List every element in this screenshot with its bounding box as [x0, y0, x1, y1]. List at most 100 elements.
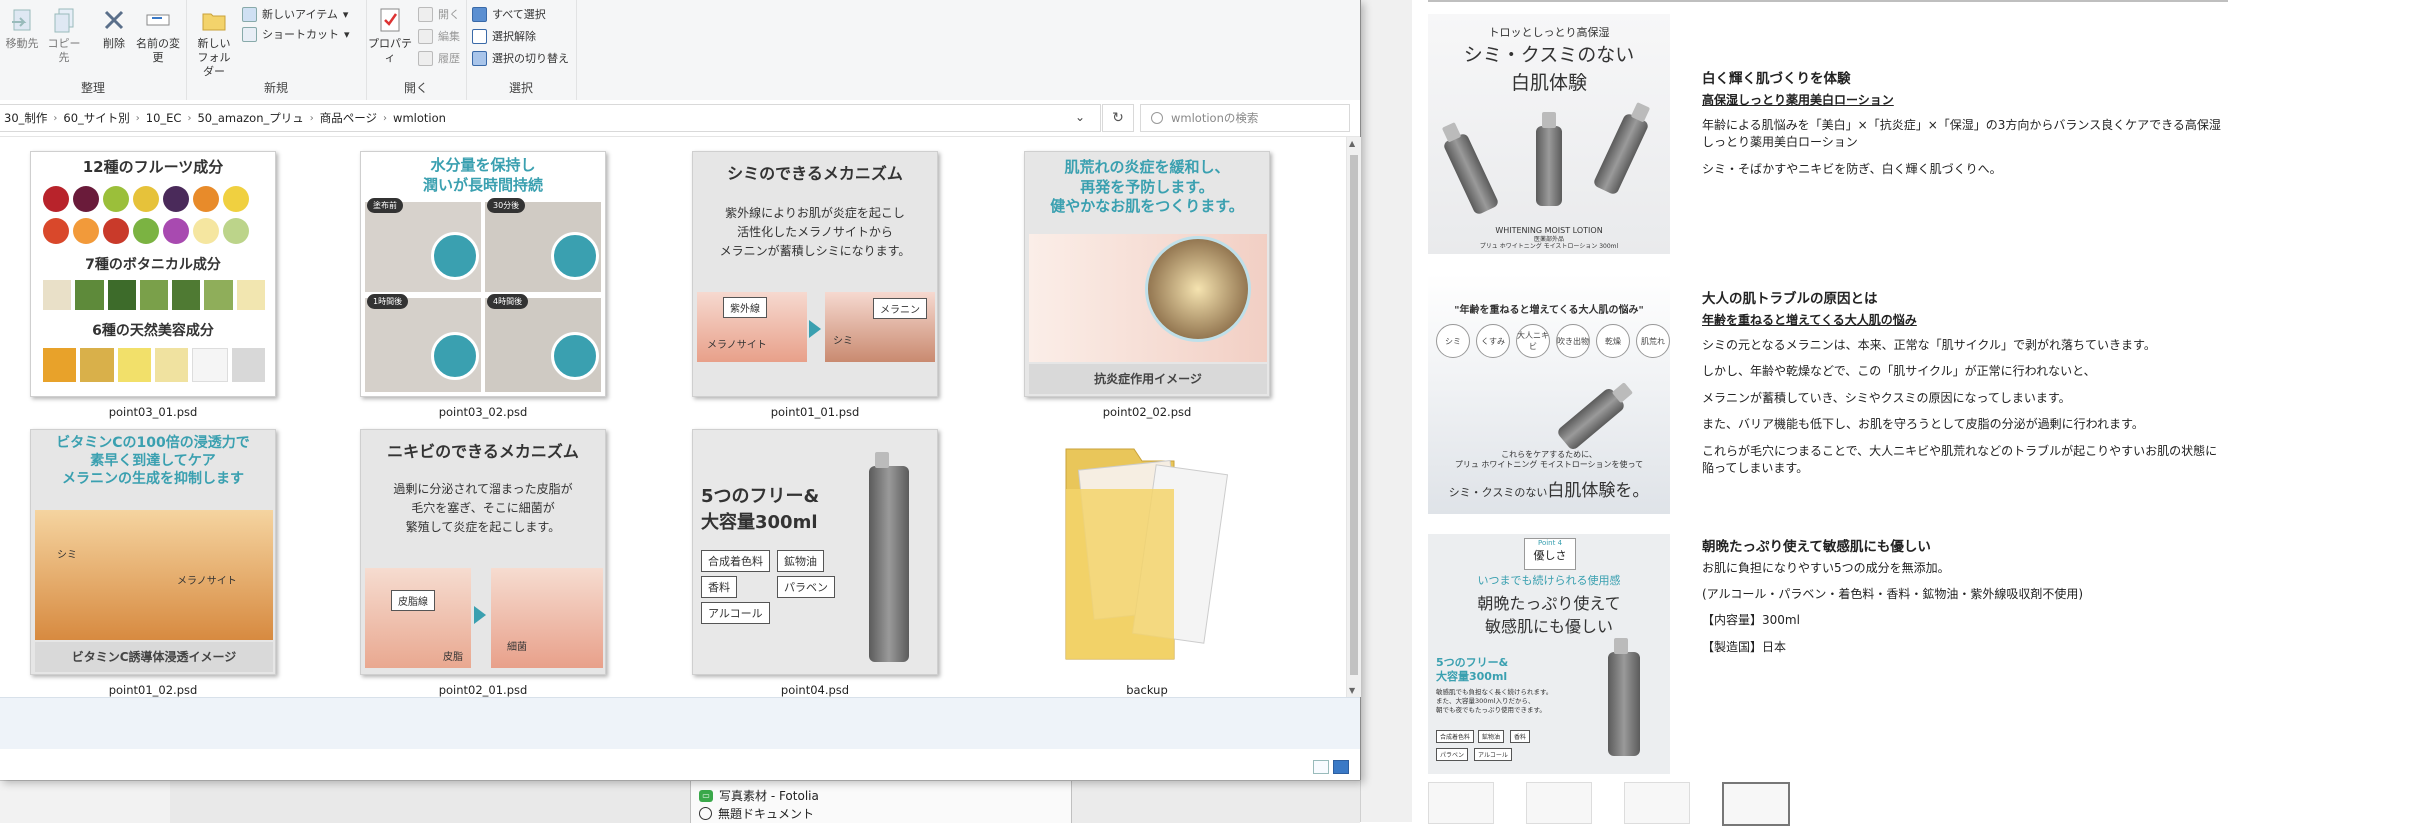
copy-to-button[interactable]: コピー先 [44, 6, 84, 65]
history-button[interactable]: 履歴 [418, 50, 460, 66]
bottle-image [1536, 112, 1562, 206]
folder-tile[interactable]: backup [1024, 429, 1270, 697]
rename-icon [146, 14, 170, 26]
bottle-image [1555, 386, 1627, 452]
vertical-scrollbar[interactable]: ▲ ▼ [1346, 137, 1361, 697]
fruit-icon [43, 218, 69, 244]
ribbon-group-organize: 移動先 コピー先 削除 名前の変更 整理 [0, 0, 187, 100]
fruit-icon [163, 186, 189, 212]
file-tile[interactable]: 12種のフルーツ成分 7種のボタニカル成分 6種の天然美容成分 point03_… [30, 151, 276, 419]
chevron-right-icon[interactable]: › [308, 113, 316, 124]
shortcut-icon [242, 26, 257, 42]
gallery-thumbnail-selected[interactable] [1722, 782, 1790, 826]
thumb-label: 30分後 [487, 198, 526, 213]
image-product-sub: 医薬部外品 プリュ ホワイトニング モイストローション 300ml [1479, 236, 1619, 250]
select-none-button[interactable]: 選択解除 [472, 28, 536, 44]
product-webpage: トロッとしっとり高保湿 シミ・クスミのない 白肌体験 WHITENING MOI… [1412, 0, 2412, 826]
open-button[interactable]: 開く [418, 6, 460, 22]
tree-item-untitled[interactable]: 無題ドキュメント [699, 805, 814, 822]
section-heading: 大人の肌トラブルの原因とは [1702, 291, 1878, 307]
file-tile[interactable]: シミのできるメカニズム 紫外線によりお肌が炎症を起こし 活性化したメラノサイトか… [692, 151, 938, 419]
section-3-image: Point 4 優しさ いつまでも続けられる使用感 朝晩たっぷり使えて 敏感肌に… [1428, 534, 1670, 774]
select-all-button[interactable]: すべて選択 [472, 6, 546, 22]
concern-circles: シミ くすみ 大人ニキビ 吹き出物 乾燥 肌荒れ [1436, 324, 1670, 358]
fruit-grid [43, 186, 265, 246]
button-label: 新しいアイテム [262, 8, 338, 21]
point-badge: Point 4 優しさ [1524, 538, 1576, 570]
properties-button[interactable]: プロパティ [368, 6, 412, 65]
ribbon-group-open: プロパティ 開く 編集 履歴 開く [366, 0, 467, 100]
natural-icon [154, 348, 189, 382]
file-thumbnail: 12種のフルーツ成分 7種のボタニカル成分 6種の天然美容成分 [30, 151, 276, 397]
address-bar[interactable]: 30_制作 › 60_サイト別 › 10_EC › 50_amazon_プリュ › 商品… [0, 104, 1101, 132]
breadcrumb-item[interactable]: 商品ページ [316, 110, 381, 126]
section-paragraph: 【製造国】日本 [1702, 639, 1787, 654]
button-label: ショートカット [262, 28, 339, 41]
delete-button[interactable]: 削除 [96, 6, 132, 51]
chevron-right-icon[interactable]: › [51, 113, 59, 124]
free-chip: 鉱物油 [777, 550, 824, 572]
thumb-label: シミ [833, 336, 853, 347]
shortcut-button[interactable]: ショートカット ▾ [242, 26, 350, 42]
button-label: 削除 [103, 37, 125, 50]
button-label: 新しいフォルダー [197, 37, 231, 78]
thumb-label: 4時間後 [487, 294, 529, 309]
fruit-icon [43, 186, 69, 212]
botanical-icon [139, 280, 169, 310]
concern-circle: 肌荒れ [1636, 324, 1670, 358]
ribbon-group-select: すべて選択 選択解除 選択の切り替え 選択 [466, 0, 577, 100]
history-icon [418, 50, 433, 66]
chevron-right-icon[interactable]: › [185, 113, 193, 124]
chevron-down-icon[interactable]: ⌄ [1075, 110, 1085, 124]
file-tile[interactable]: 5つのフリー& 大容量300ml 合成着色料 鉱物油 香料 パラベン アルコール… [692, 429, 938, 697]
breadcrumb-item[interactable]: 60_サイト別 [59, 110, 133, 126]
tree-item-fotolia[interactable]: ▭ 写真素材 - Fotolia [699, 787, 819, 804]
status-strip [0, 749, 1360, 780]
fruit-icon [133, 218, 159, 244]
background-window-gap [1360, 0, 1413, 822]
file-tile[interactable]: 水分量を保持し 潤いが長時間持続 塗布前 30分後 1時間後 4時間後 poin… [360, 151, 606, 419]
invert-selection-icon [472, 50, 487, 66]
file-tile[interactable]: 肌荒れの炎症を緩和し、 再発を予防します。 健やかなお肌をつくります。 抗炎症作… [1024, 151, 1270, 419]
search-placeholder: wmlotionの検索 [1171, 111, 1259, 125]
scroll-down-arrow-icon[interactable]: ▼ [1349, 686, 1355, 695]
new-item-button[interactable]: 新しいアイテム ▾ [242, 6, 348, 22]
file-tile[interactable]: ビタミンCの100倍の浸透力で 素早く到達してケア メラニンの生成を抑制します … [30, 429, 276, 697]
section-paragraph: シミ・そばかすやニキビを防ぎ、白く輝く肌づくりへ。 [1702, 161, 2002, 176]
large-icons-view-icon[interactable] [1333, 760, 1349, 774]
refresh-button[interactable]: ↻ [1102, 104, 1134, 132]
scroll-up-arrow-icon[interactable]: ▲ [1349, 139, 1355, 148]
ribbon-group-title: 開く [403, 81, 428, 95]
breadcrumb-item[interactable]: wmlotion [389, 111, 450, 125]
fruit-icon [103, 186, 129, 212]
breadcrumb-item[interactable]: 10_EC [142, 111, 186, 125]
folder-icon [1065, 448, 1229, 660]
meter-circle [551, 332, 599, 380]
scrollbar-thumb[interactable] [1350, 155, 1358, 675]
section-paragraph: 年齢による肌悩みを「美白」×「抗炎症」×「保湿」の3方向からバランス良くケアでき… [1702, 117, 2221, 150]
chevron-right-icon[interactable]: › [381, 113, 389, 124]
breadcrumb-item[interactable]: 30_制作 [0, 110, 51, 126]
concern-circle: 吹き出物 [1556, 324, 1590, 358]
section-paragraph: メラニンが蓄積していき、シミやクスミの原因になってしまいます。 [1702, 390, 2071, 405]
thumb-title: ニキビのできるメカニズム [387, 442, 579, 461]
move-to-button[interactable]: 移動先 [2, 6, 42, 51]
zoom-circle [1145, 236, 1251, 342]
gallery-thumbnail[interactable] [1526, 782, 1592, 824]
button-label: 履歴 [438, 52, 460, 65]
details-view-icon[interactable] [1313, 760, 1329, 774]
thumb-label: 紫外線 [723, 297, 767, 318]
gallery-thumbnail[interactable] [1428, 782, 1494, 824]
rename-button[interactable]: 名前の変更 [136, 6, 180, 65]
gallery-thumbnail[interactable] [1624, 782, 1690, 824]
breadcrumb-item[interactable]: 50_amazon_プリュ [193, 110, 307, 126]
edit-button[interactable]: 編集 [418, 28, 460, 44]
new-folder-button[interactable]: 新しいフォルダー [192, 6, 236, 79]
file-tile[interactable]: ニキビのできるメカニズム 過剰に分泌されて溜まった皮脂が 毛穴を塞ぎ、そこに細菌… [360, 429, 606, 697]
free-chip: 合成着色料 [701, 550, 770, 572]
chevron-right-icon[interactable]: › [134, 113, 142, 124]
invert-selection-button[interactable]: 選択の切り替え [472, 50, 569, 66]
free-chip: 合成着色料 [1436, 730, 1475, 743]
search-box[interactable]: wmlotionの検索 [1140, 104, 1350, 132]
thumb-label: 皮脂線 [391, 590, 435, 611]
